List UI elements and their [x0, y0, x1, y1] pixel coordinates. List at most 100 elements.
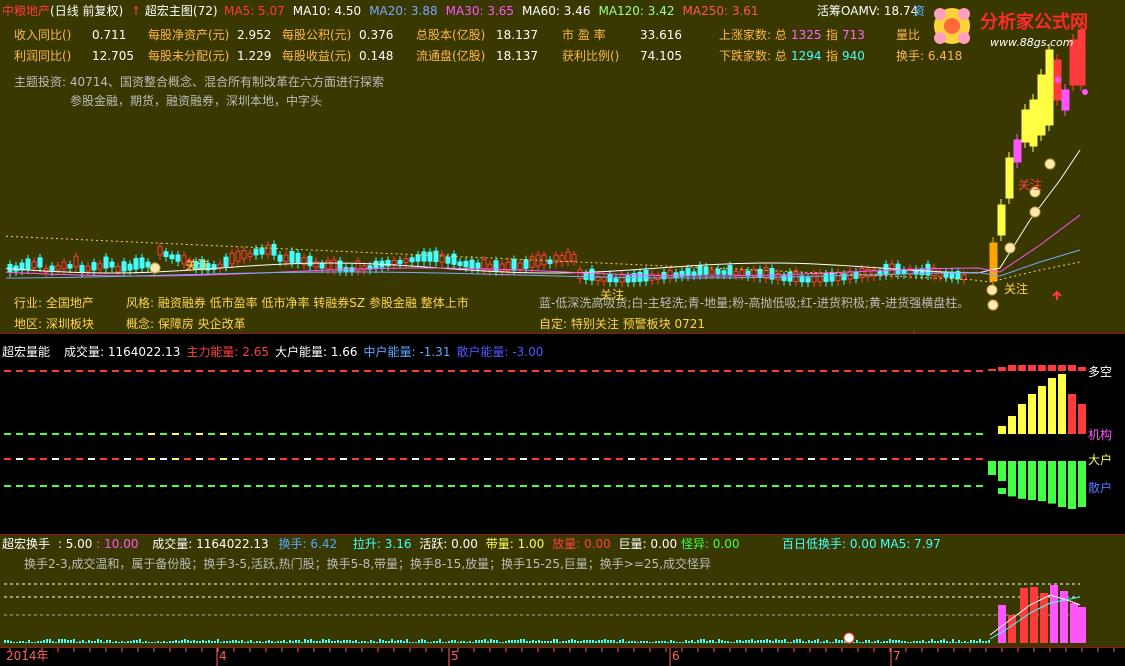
turnover-bar	[496, 640, 498, 643]
energy-title[interactable]: 超宏量能	[2, 345, 50, 359]
turnover-bar	[115, 641, 117, 643]
energy-bar	[1048, 365, 1056, 371]
turnover-bar	[955, 642, 957, 643]
turnover-bar	[712, 640, 714, 643]
turnover-bar	[7, 640, 9, 643]
turnover-bar	[568, 640, 570, 643]
turnover-title[interactable]: 超宏换手	[2, 537, 50, 551]
site-logo: 分析家公式网 www.88gs.com	[934, 8, 1088, 49]
turnover-bar	[58, 639, 60, 643]
date-axis[interactable]: 2014年 4 5 6 7	[0, 647, 1125, 666]
main-chart-panel[interactable]: 中粮地产(日线 前复权) ↑ 超宏主图(72) MA5: 5.07 MA10: 4…	[0, 0, 1125, 333]
turnover-bar	[556, 639, 558, 643]
turnover-bar	[724, 641, 726, 643]
turnover-bar	[325, 640, 327, 643]
turnover-bar	[94, 641, 96, 643]
turnover-bar	[463, 641, 465, 643]
candle-body	[859, 268, 865, 278]
period-label[interactable]: (日线 前复权)	[50, 4, 123, 18]
ma5-label: MA5: 7.97	[880, 537, 941, 551]
turnover-chart[interactable]	[0, 535, 1125, 647]
turnover-bar	[457, 642, 459, 643]
turnover-bar	[541, 641, 543, 643]
turnover-bar	[10, 641, 12, 643]
turnover-bar	[28, 640, 30, 643]
turnover-bar	[301, 642, 303, 643]
turnover-bar	[295, 640, 297, 643]
turnover-bar	[931, 639, 933, 643]
turnover-bar	[793, 640, 795, 643]
stock-name[interactable]: 中粮地产	[2, 4, 50, 18]
date-month-6: 6	[672, 649, 680, 663]
turnover-bar	[472, 642, 474, 643]
turnover-bar	[718, 639, 720, 643]
turnover-bar	[163, 641, 165, 643]
candle-body	[541, 254, 547, 266]
turnover-bar	[781, 640, 783, 643]
turnover-bar	[817, 639, 819, 643]
turnover-bar	[622, 639, 624, 643]
turnover-bar	[502, 642, 504, 643]
turnover-bar	[796, 639, 798, 643]
turnover-bar	[829, 642, 831, 643]
candle-body	[589, 268, 595, 281]
turnover-bar	[895, 640, 897, 643]
turnover-bar	[898, 640, 900, 643]
turnover-bar	[598, 640, 600, 643]
turnover-bar	[22, 641, 24, 643]
turnover-dl: 带量: 1.00	[485, 537, 545, 551]
turnover-bar	[142, 642, 144, 643]
energy-panel[interactable]: 超宏量能 成交量: 1164022.13 主力能量: 2.65 大户能量: 1.66…	[0, 343, 1125, 533]
turnover-bar	[916, 641, 918, 643]
energy-chart[interactable]	[0, 343, 1125, 533]
turnover-bar	[43, 640, 45, 643]
turnover-panel[interactable]: 超宏换手 : 5.00 : 10.00 成交量: 1164022.13 换手: …	[0, 535, 1125, 647]
indicator-name[interactable]: 超宏主图(72)	[145, 4, 218, 18]
turnover-bar	[79, 641, 81, 643]
turnover-bar	[1040, 593, 1048, 643]
turnover-bar	[37, 641, 39, 643]
energy-bar	[1028, 365, 1036, 371]
turnover-bar	[547, 641, 549, 643]
turnover-bar	[676, 642, 678, 643]
turnover-jl: 巨量: 0.00	[618, 537, 678, 551]
turnover-bar	[952, 639, 954, 643]
turnover-bar	[778, 640, 780, 643]
candle-body	[325, 260, 331, 270]
turnover-bar	[382, 640, 384, 643]
candle-body	[397, 259, 403, 264]
turnover-bar	[790, 642, 792, 643]
candle-body	[685, 268, 691, 277]
turnover-bar	[901, 641, 903, 643]
turnover-bar	[85, 642, 87, 643]
turnover-bar	[187, 640, 189, 643]
turnover-bar	[307, 640, 309, 643]
candle-body	[271, 243, 277, 256]
candle-body	[253, 248, 259, 256]
candle-body	[613, 278, 619, 283]
finance-key: 总股本(亿股)	[416, 28, 486, 42]
energy-bar	[1028, 488, 1036, 500]
candle-body	[1005, 157, 1014, 199]
candle-body	[13, 265, 19, 272]
turnover-bar	[481, 640, 483, 643]
turnover-bar	[715, 642, 717, 643]
turnover-bar	[754, 641, 756, 643]
turnover-bar	[76, 642, 78, 643]
turnover-bar	[553, 639, 555, 643]
turnover-bar	[241, 640, 243, 643]
candle-body	[241, 250, 247, 260]
turnover-bar	[865, 640, 867, 643]
turnover-bar	[229, 641, 231, 643]
energy-bar	[1078, 488, 1086, 506]
turnover-bar	[619, 640, 621, 643]
style-label: 风格: 融资融券 低市盈率 低市净率 转融券SZ 参股金融 整体上市	[126, 296, 469, 310]
up-count-label: 上涨家数: 总	[719, 28, 787, 42]
finance-value: 1.229	[237, 49, 272, 63]
turnover-bar	[613, 640, 615, 643]
turnover-hy: 活跃: 0.00	[419, 537, 478, 551]
turnover-bar	[175, 640, 177, 643]
turnover-bar	[223, 641, 225, 643]
turnover-bar	[13, 642, 15, 643]
turnover-bar	[385, 641, 387, 643]
